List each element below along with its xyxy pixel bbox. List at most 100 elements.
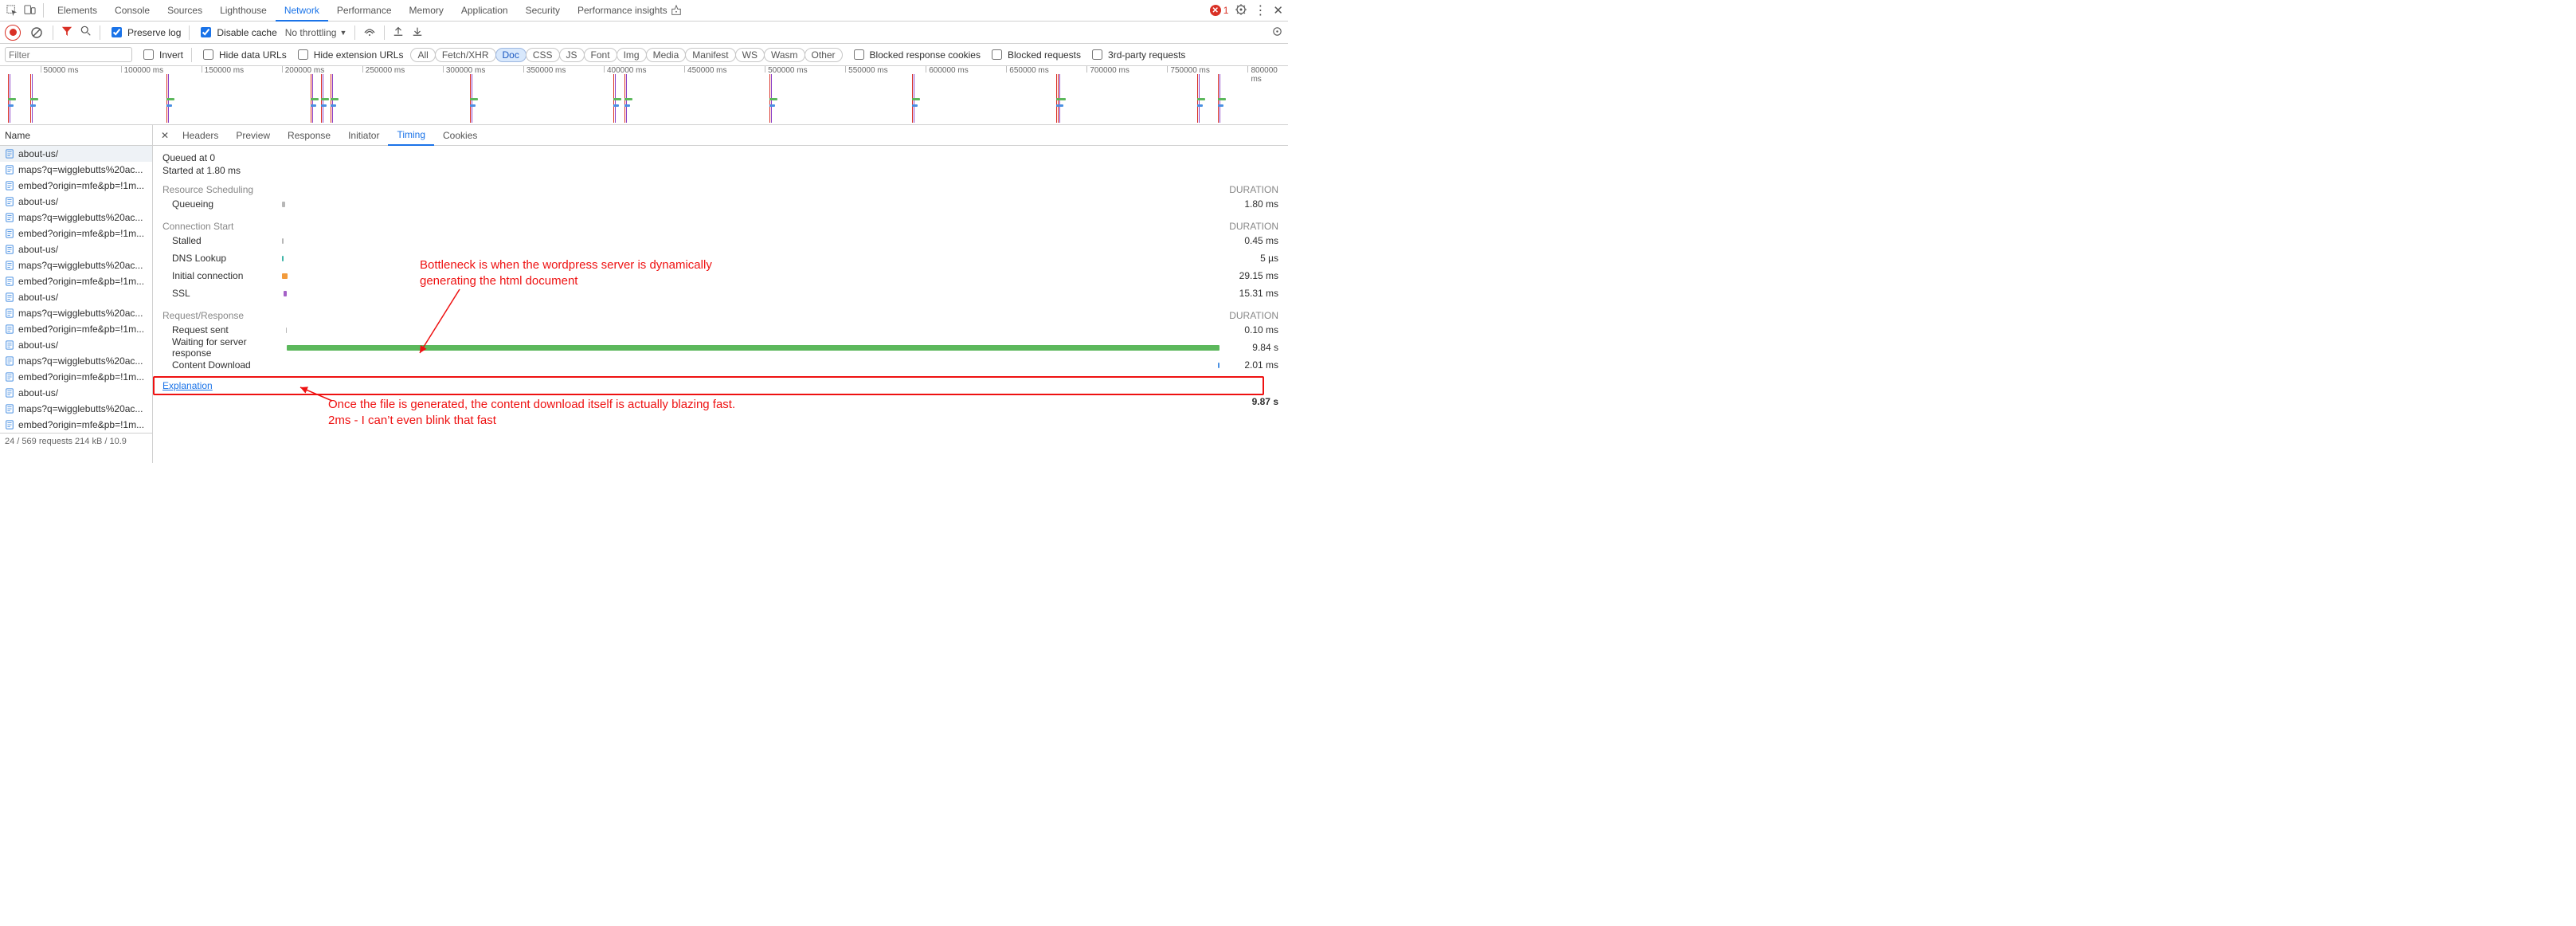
type-pill-media[interactable]: Media <box>646 48 687 62</box>
request-row[interactable]: embed?origin=mfe&pb=!1m... <box>0 273 152 289</box>
request-name: maps?q=wigglebutts%20ac... <box>18 308 143 319</box>
request-name: maps?q=wigglebutts%20ac... <box>18 355 143 367</box>
type-pill-img[interactable]: Img <box>617 48 647 62</box>
request-row[interactable]: about-us/ <box>0 241 152 257</box>
timing-label: Request sent <box>162 324 282 335</box>
third-party-checkbox[interactable]: 3rd-party requests <box>1089 47 1185 62</box>
type-pill-font[interactable]: Font <box>584 48 617 62</box>
device-icon[interactable] <box>21 2 38 19</box>
timing-row: Waiting for server response9.84 s <box>162 339 1278 356</box>
request-row[interactable]: about-us/ <box>0 194 152 210</box>
upload-har-icon[interactable] <box>393 26 404 39</box>
document-icon <box>5 292 14 302</box>
more-icon[interactable]: ⋮ <box>1254 2 1266 18</box>
throttling-select[interactable]: No throttling ▼ <box>285 27 347 38</box>
timing-value: 1.80 ms <box>1215 198 1278 210</box>
timing-bar <box>282 202 285 207</box>
close-icon[interactable]: ✕ <box>1273 3 1283 18</box>
tab-sources[interactable]: Sources <box>159 0 211 22</box>
request-row[interactable]: about-us/ <box>0 289 152 305</box>
blocked-cookies-checkbox[interactable]: Blocked response cookies <box>851 47 981 62</box>
request-row[interactable]: embed?origin=mfe&pb=!1m... <box>0 226 152 241</box>
timing-bar <box>1218 363 1220 368</box>
settings-icon[interactable] <box>1235 3 1247 18</box>
tab-perf-insights[interactable]: Performance insights <box>569 0 691 22</box>
invert-checkbox[interactable]: Invert <box>140 47 183 62</box>
network-conditions-icon[interactable] <box>363 25 376 40</box>
inspect-icon[interactable] <box>3 2 21 19</box>
blocked-requests-checkbox[interactable]: Blocked requests <box>989 47 1081 62</box>
request-name: maps?q=wigglebutts%20ac... <box>18 212 143 223</box>
timing-row: Queueing 1.80 ms <box>162 195 1278 213</box>
request-name: embed?origin=mfe&pb=!1m... <box>18 276 144 287</box>
timing-label: Queueing <box>162 198 282 210</box>
request-row[interactable]: embed?origin=mfe&pb=!1m... <box>0 369 152 385</box>
type-pill-wasm[interactable]: Wasm <box>764 48 805 62</box>
tab-elements[interactable]: Elements <box>49 0 106 22</box>
request-list-header[interactable]: Name <box>0 125 152 146</box>
request-row[interactable]: embed?origin=mfe&pb=!1m... <box>0 417 152 433</box>
request-row[interactable]: maps?q=wigglebutts%20ac... <box>0 210 152 226</box>
devtools-tabs: Elements Console Sources Lighthouse Netw… <box>0 0 1288 22</box>
request-row[interactable]: maps?q=wigglebutts%20ac... <box>0 162 152 178</box>
request-name: maps?q=wigglebutts%20ac... <box>18 403 143 414</box>
error-count[interactable]: ✕ 1 <box>1210 5 1229 16</box>
dtab-timing[interactable]: Timing <box>388 125 434 146</box>
preserve-log-checkbox[interactable]: Preserve log <box>108 25 181 40</box>
type-pill-fetch[interactable]: Fetch/XHR <box>435 48 496 62</box>
request-row[interactable]: about-us/ <box>0 337 152 353</box>
type-pill-js[interactable]: JS <box>559 48 585 62</box>
request-row[interactable]: about-us/ <box>0 146 152 162</box>
invert-label: Invert <box>159 49 183 61</box>
tab-lighthouse[interactable]: Lighthouse <box>211 0 276 22</box>
hide-data-urls-checkbox[interactable]: Hide data URLs <box>200 47 287 62</box>
dtab-initiator[interactable]: Initiator <box>339 125 388 146</box>
tab-performance[interactable]: Performance <box>328 0 401 22</box>
filter-icon[interactable] <box>61 26 72 39</box>
tab-memory[interactable]: Memory <box>401 0 452 22</box>
request-row[interactable]: about-us/ <box>0 385 152 401</box>
timeline-overview[interactable]: 50000 ms100000 ms150000 ms200000 ms25000… <box>0 66 1288 125</box>
type-pill-ws[interactable]: WS <box>735 48 765 62</box>
close-details-icon[interactable]: ✕ <box>156 130 174 141</box>
clear-button[interactable] <box>29 25 45 41</box>
request-row[interactable]: maps?q=wigglebutts%20ac... <box>0 353 152 369</box>
dtab-cookies[interactable]: Cookies <box>434 125 486 146</box>
timeline-tick: 600000 ms <box>926 66 968 73</box>
annotation-arrow-bottom <box>296 385 336 405</box>
request-row[interactable]: maps?q=wigglebutts%20ac... <box>0 401 152 417</box>
hide-ext-urls-label: Hide extension URLs <box>314 49 404 61</box>
dtab-response[interactable]: Response <box>279 125 339 146</box>
dtab-headers[interactable]: Headers <box>174 125 227 146</box>
download-har-icon[interactable] <box>412 26 423 39</box>
request-name: about-us/ <box>18 148 58 159</box>
preserve-log-label: Preserve log <box>127 27 181 38</box>
hide-ext-urls-checkbox[interactable]: Hide extension URLs <box>295 47 404 62</box>
timeline-tick: 150000 ms <box>202 66 244 73</box>
record-button[interactable] <box>5 25 21 41</box>
settings-gear-icon[interactable] <box>1271 26 1283 40</box>
timing-bar-track <box>282 236 1215 245</box>
request-row[interactable]: maps?q=wigglebutts%20ac... <box>0 257 152 273</box>
timing-bar-track <box>282 199 1215 209</box>
type-pill-other[interactable]: Other <box>805 48 843 62</box>
timing-value: 2.01 ms <box>1215 359 1278 371</box>
type-pill-all[interactable]: All <box>410 48 435 62</box>
timing-label: DNS Lookup <box>162 253 282 264</box>
tab-console[interactable]: Console <box>106 0 159 22</box>
document-icon <box>5 213 14 222</box>
type-pill-css[interactable]: CSS <box>526 48 560 62</box>
type-pill-manifest[interactable]: Manifest <box>685 48 735 62</box>
type-pill-doc[interactable]: Doc <box>495 48 527 62</box>
tab-network[interactable]: Network <box>276 0 328 22</box>
search-icon[interactable] <box>80 26 92 39</box>
disable-cache-checkbox[interactable]: Disable cache <box>198 25 276 40</box>
annotation-top: Bottleneck is when the wordpress server … <box>420 257 754 288</box>
dtab-preview[interactable]: Preview <box>227 125 279 146</box>
request-row[interactable]: maps?q=wigglebutts%20ac... <box>0 305 152 321</box>
request-row[interactable]: embed?origin=mfe&pb=!1m... <box>0 321 152 337</box>
tab-security[interactable]: Security <box>517 0 569 22</box>
tab-application[interactable]: Application <box>452 0 517 22</box>
request-row[interactable]: embed?origin=mfe&pb=!1m... <box>0 178 152 194</box>
filter-input[interactable] <box>5 47 132 62</box>
